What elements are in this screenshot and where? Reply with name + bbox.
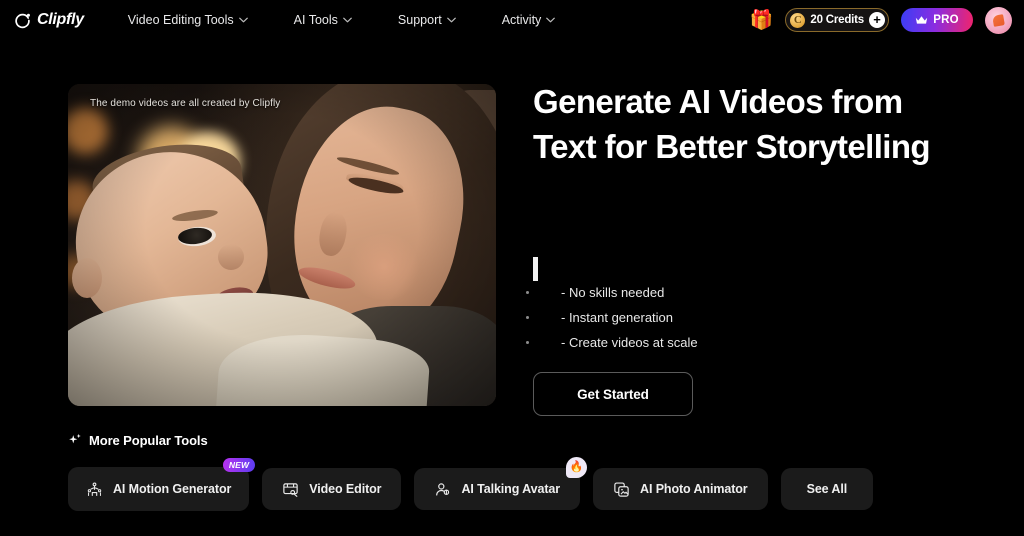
credits-badge[interactable]: C 20 Credits + <box>785 8 889 32</box>
chevron-down-icon <box>343 17 352 23</box>
chevron-down-icon <box>546 17 556 23</box>
pro-label: PRO <box>933 14 959 26</box>
tool-chip-see-all[interactable]: See All <box>780 468 874 510</box>
nav-item-label: Support <box>397 13 442 27</box>
popular-tools-header: More Popular Tools <box>68 430 968 450</box>
demo-video-preview[interactable]: The demo videos are all created by Clipf… <box>68 84 496 406</box>
video-caption: The demo videos are all created by Clipf… <box>90 98 281 109</box>
video-vignette <box>68 84 496 406</box>
credits-label: 20 Credits <box>810 14 864 26</box>
hero-feature-list: - No skills needed - Instant generation … <box>526 280 698 355</box>
navbar-actions: 🎁 C 20 Credits + PRO <box>750 6 1012 34</box>
popular-tools-title: More Popular Tools <box>89 432 208 448</box>
tool-chip-label: Video Editor <box>309 482 382 496</box>
tool-chip-ai-motion-generator[interactable]: AI Motion Generator NEW <box>68 458 256 511</box>
nav-item-label: Activity <box>501 13 542 27</box>
list-item: - Create videos at scale <box>526 330 698 355</box>
list-item: - No skills needed <box>526 280 698 305</box>
talking-avatar-icon <box>436 482 450 496</box>
status-badge-hot: 🔥 <box>566 457 588 478</box>
tool-chip-label: AI Talking Avatar <box>461 482 561 496</box>
gift-icon[interactable]: 🎁 <box>750 11 774 30</box>
motion-people-icon <box>87 481 102 496</box>
popular-tools-chips: AI Motion Generator NEW Video Editor AI … <box>68 457 968 511</box>
nav-links: Video Editing Tools AI Tools Support Act… <box>128 13 556 27</box>
nav-item-label: Video Editing Tools <box>127 13 234 27</box>
hero-text-block: Generate AI Videos from Text for Better … <box>526 80 953 416</box>
video-frame <box>68 84 496 406</box>
nav-item-support[interactable]: Support <box>398 13 456 27</box>
brand-name: Clipfly <box>37 11 84 28</box>
tool-chip-ai-photo-animator[interactable]: AI Photo Animator <box>593 468 768 510</box>
crown-icon <box>916 16 928 24</box>
top-navbar: Clipfly Video Editing Tools AI Tools Sup… <box>0 0 1024 40</box>
tool-chip-label: See All <box>806 482 848 496</box>
tool-chip-ai-talking-avatar[interactable]: AI Talking Avatar 🔥 <box>414 457 588 510</box>
tool-chip-video-editor[interactable]: Video Editor <box>262 468 402 510</box>
tool-chip-label: AI Motion Generator <box>113 482 232 496</box>
photo-animator-icon <box>614 481 629 497</box>
brand-logo-link[interactable]: Clipfly <box>14 11 84 29</box>
pro-upgrade-button[interactable]: PRO <box>901 8 973 32</box>
avatar[interactable] <box>985 6 1012 34</box>
text-caret <box>533 257 538 281</box>
list-item: - Instant generation <box>526 305 698 330</box>
video-editor-icon <box>283 482 298 497</box>
nav-item-activity[interactable]: Activity <box>502 13 556 27</box>
get-started-button[interactable]: Get Started <box>533 372 693 416</box>
nav-item-video-editing-tools[interactable]: Video Editing Tools <box>128 13 248 27</box>
add-credits-button[interactable]: + <box>869 12 885 28</box>
sparkle-icon <box>69 433 81 444</box>
popular-tools-section: More Popular Tools AI Motion Generator N… <box>68 430 968 511</box>
nav-item-ai-tools[interactable]: AI Tools <box>294 13 352 27</box>
clipfly-logo-icon <box>15 13 30 28</box>
page-title: Generate AI Videos from Text for Better … <box>533 83 931 165</box>
avatar-mark-icon <box>992 13 1005 27</box>
tool-chip-label: AI Photo Animator <box>640 482 748 496</box>
nav-item-label: AI Tools <box>293 13 338 27</box>
status-badge-new: NEW <box>222 458 256 472</box>
chevron-down-icon <box>446 17 456 23</box>
credit-coin-icon: C <box>790 12 806 28</box>
chevron-down-icon <box>238 17 248 23</box>
